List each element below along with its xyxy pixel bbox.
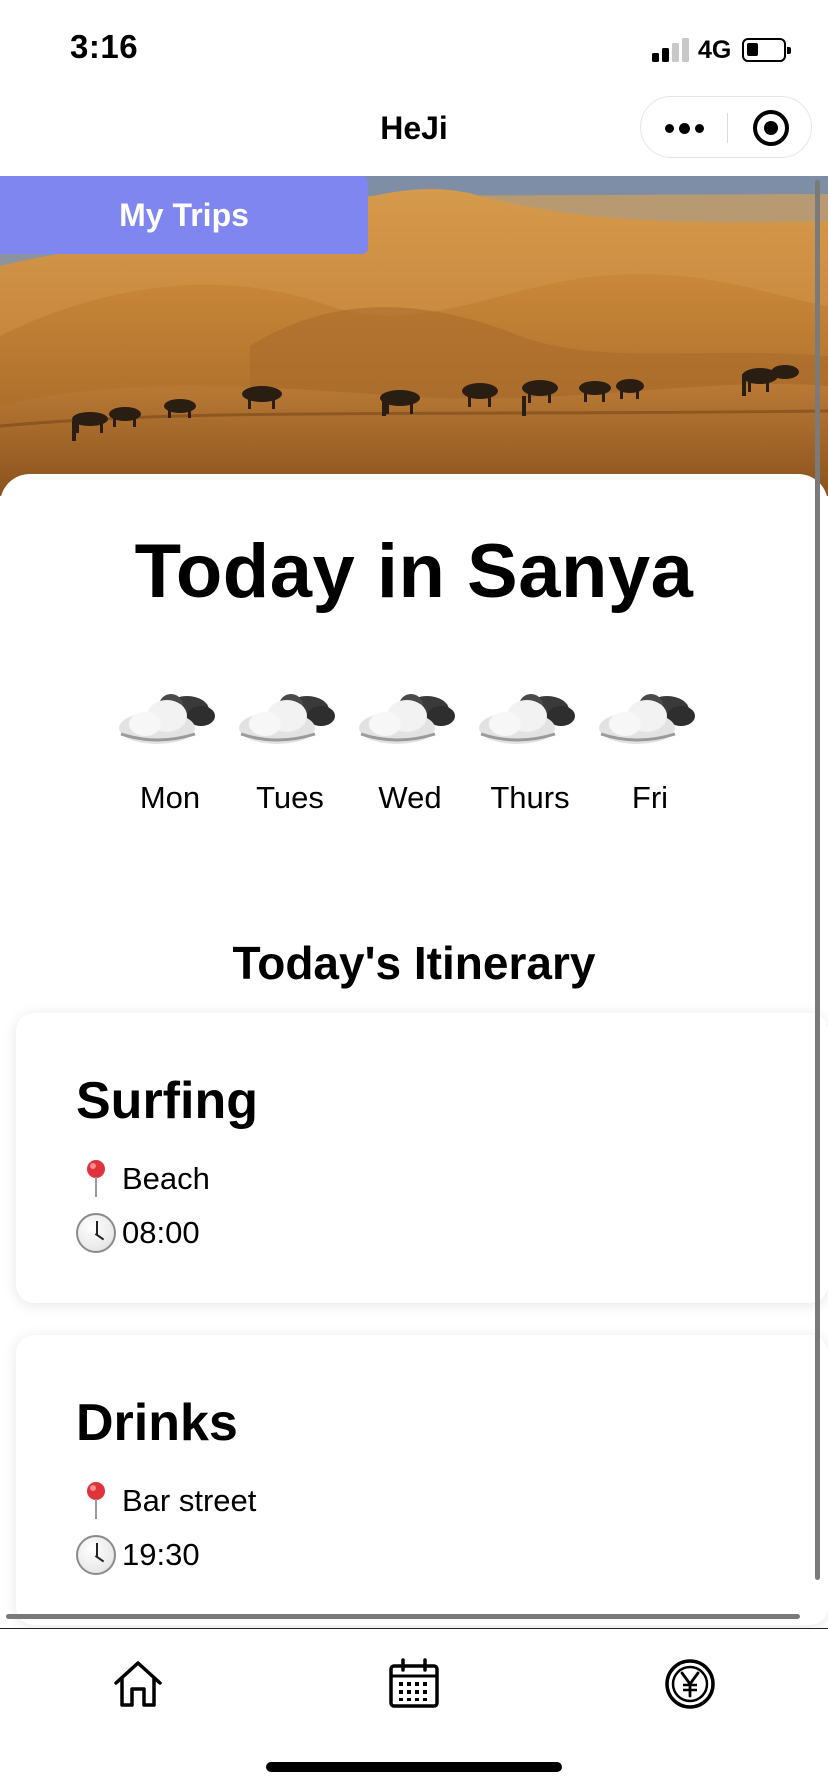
- activity-location: Bar street: [122, 1483, 257, 1518]
- calendar-icon: [389, 1658, 439, 1708]
- location-row: Bar street: [76, 1481, 256, 1521]
- close-target-icon[interactable]: [753, 110, 789, 146]
- forecast-day: Mon: [110, 684, 230, 816]
- status-time: 3:16: [70, 28, 139, 65]
- status-bar: 3:16 4G: [0, 0, 828, 96]
- activity-time: 19:30: [122, 1537, 200, 1572]
- signal-icon: [652, 36, 692, 62]
- day-label: Mon: [139, 780, 201, 815]
- itinerary-card-drinks[interactable]: Drinks Bar street 19:30: [16, 1335, 828, 1625]
- forecast-day: Tues: [230, 684, 350, 816]
- tab-finance[interactable]: [650, 1649, 730, 1719]
- map-pin-icon: [76, 1159, 116, 1199]
- itinerary-title: Today's Itinerary: [232, 937, 596, 989]
- activity-name: Drinks: [76, 1394, 238, 1452]
- city-title: Today in Sanya: [134, 529, 694, 614]
- time-row: 08:00: [76, 1213, 200, 1253]
- forecast-day: Thurs: [470, 684, 590, 816]
- my-trips-button[interactable]: My Trips: [0, 176, 368, 254]
- day-label: Tues: [256, 780, 324, 815]
- time-row: 19:30: [76, 1535, 200, 1575]
- partly-cloudy-icon: [479, 694, 575, 744]
- activity-location: Beach: [122, 1161, 210, 1196]
- vertical-scrollbar[interactable]: [815, 180, 820, 1580]
- partly-cloudy-icon: [119, 694, 215, 744]
- forecast-day: Fri: [590, 684, 710, 816]
- capsule-divider: [727, 113, 728, 143]
- partly-cloudy-icon: [599, 694, 695, 744]
- network-label: 4G: [698, 36, 732, 64]
- partly-cloudy-icon: [239, 694, 335, 744]
- yen-coin-icon: [665, 1659, 715, 1709]
- forecast-day: Wed: [350, 684, 470, 816]
- location-row: Beach: [76, 1159, 210, 1199]
- partly-cloudy-icon: [359, 694, 455, 744]
- activity-time: 08:00: [122, 1215, 200, 1250]
- clock-icon: [76, 1535, 116, 1575]
- battery-icon: [742, 38, 791, 62]
- day-label: Thurs: [490, 780, 570, 815]
- mini-program-capsule: [640, 96, 812, 158]
- day-label: Wed: [378, 780, 442, 815]
- more-icon[interactable]: [641, 97, 727, 159]
- tab-home[interactable]: [98, 1649, 178, 1719]
- tab-calendar[interactable]: [374, 1649, 454, 1719]
- day-label: Fri: [631, 780, 669, 815]
- weather-forecast: Mon Tues Wed Thurs Fri: [110, 684, 730, 834]
- itinerary-card-surfing[interactable]: Surfing Beach 08:00: [16, 1013, 828, 1303]
- clock-icon: [76, 1213, 116, 1253]
- home-icon: [114, 1661, 162, 1707]
- horizontal-scrollbar[interactable]: [6, 1614, 800, 1619]
- home-indicator: [266, 1762, 562, 1772]
- nav-bar: HeJi: [0, 96, 828, 176]
- map-pin-icon: [76, 1481, 116, 1521]
- activity-name: Surfing: [76, 1072, 258, 1130]
